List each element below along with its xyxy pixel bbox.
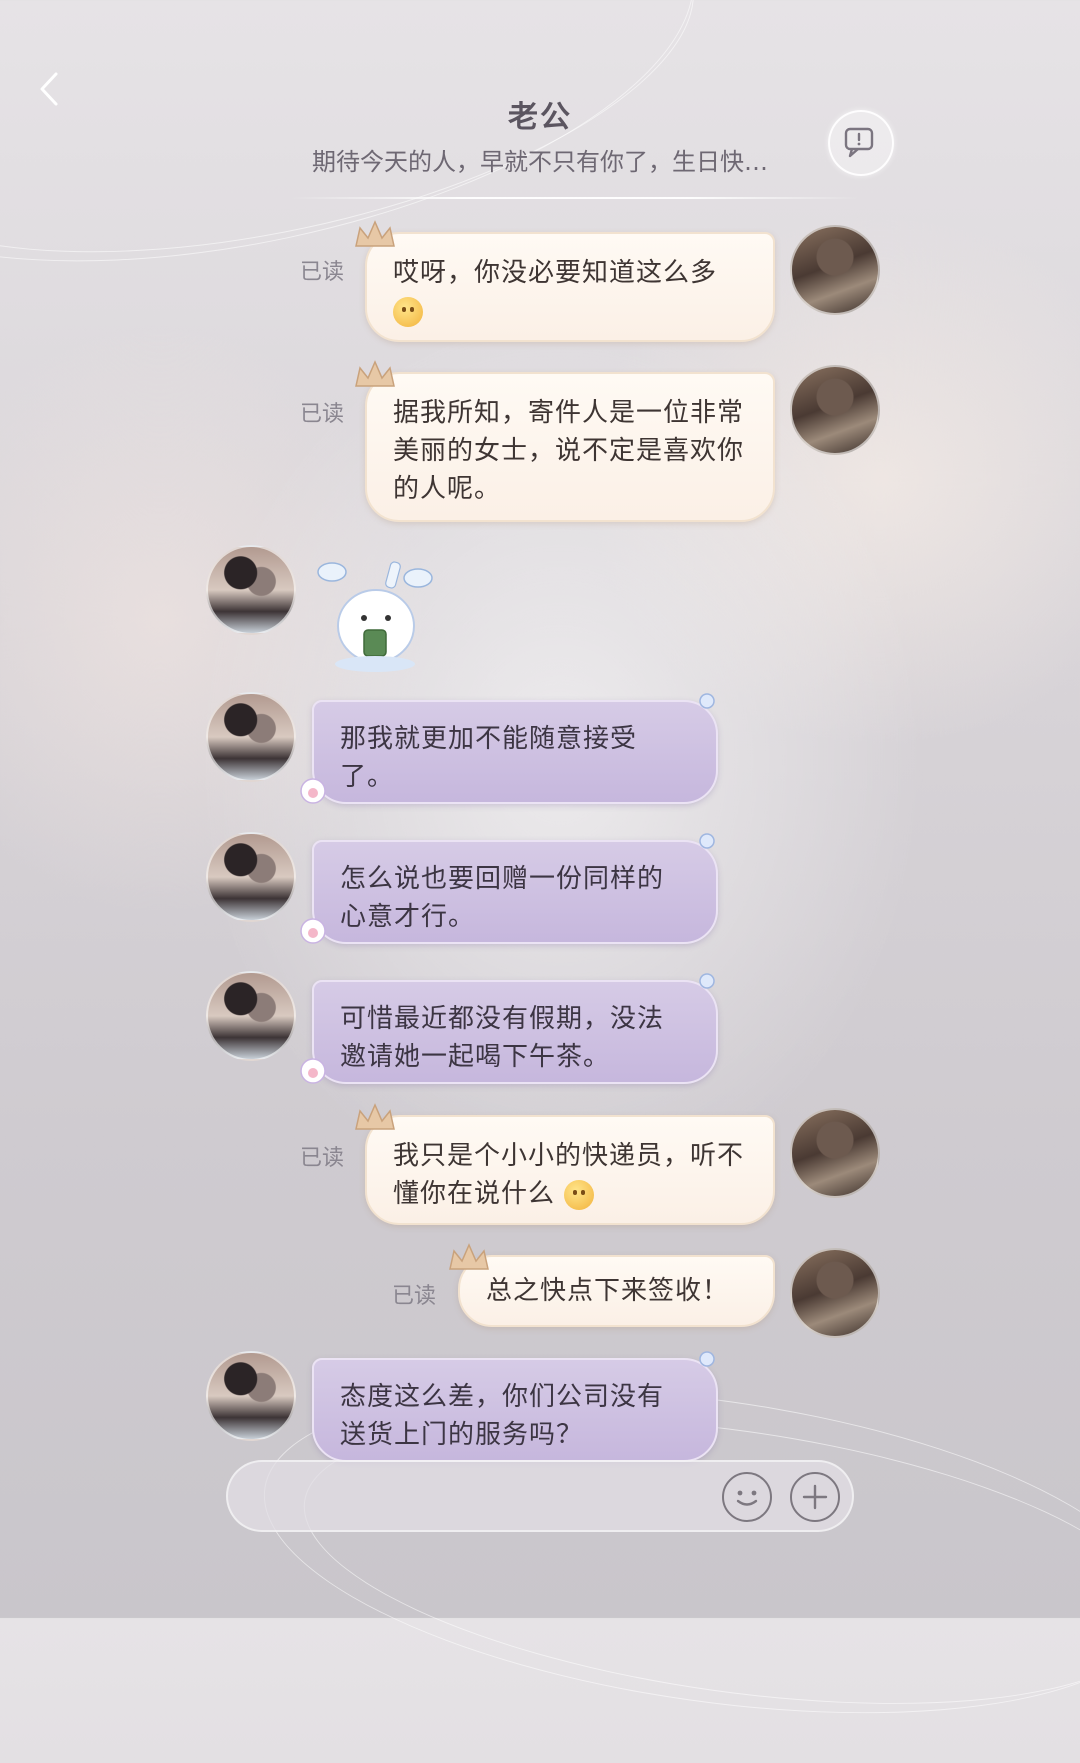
- outgoing-message-bubble[interactable]: 我只是个小小的快递员，听不懂你在说什么: [365, 1115, 775, 1225]
- cat-badge-icon: [300, 1058, 326, 1084]
- outgoing-message-bubble[interactable]: 哎呀，你没必要知道这么多: [365, 232, 775, 342]
- sparkle-icon: [699, 693, 715, 709]
- courier-avatar[interactable]: [790, 365, 880, 455]
- outgoing-message-bubble[interactable]: 据我所知，寄件人是一位非常美丽的女士，说不定是喜欢你的人呢。: [365, 372, 775, 522]
- sparkle-icon: [699, 833, 715, 849]
- message-input-bar: [226, 1460, 854, 1532]
- couple-avatar[interactable]: [206, 832, 296, 922]
- couple-avatar[interactable]: [206, 971, 296, 1061]
- incoming-message-bubble[interactable]: 态度这么差，你们公司没有送货上门的服务吗？: [312, 1358, 718, 1462]
- crown-icon: [355, 360, 395, 387]
- couple-avatar[interactable]: [206, 545, 296, 635]
- message-text: 哎呀，你没必要知道这么多: [393, 258, 718, 288]
- message-text: 可惜最近都没有假期，没法邀请她一起喝下午茶。: [340, 1004, 665, 1072]
- sparkle-icon: [699, 1351, 715, 1367]
- read-receipt: 已读: [300, 402, 345, 427]
- message-text: 怎么说也要回赠一份同样的心意才行。: [340, 864, 665, 932]
- outgoing-message-bubble[interactable]: 总之快点下来签收！: [458, 1255, 775, 1327]
- cat-badge-icon: [300, 918, 326, 944]
- message-text: 总之快点下来签收！: [486, 1276, 730, 1306]
- contact-signature: 期待今天的人，早就不只有你了，生日快…: [312, 148, 768, 176]
- smiley-icon: [736, 1490, 758, 1506]
- courier-avatar[interactable]: [790, 1248, 880, 1338]
- couple-avatar[interactable]: [206, 1351, 296, 1441]
- read-receipt: 已读: [300, 260, 345, 285]
- smile-emoji-icon: [564, 1179, 595, 1210]
- crown-icon: [355, 220, 395, 247]
- incoming-message-bubble[interactable]: 怎么说也要回赠一份同样的心意才行。: [312, 840, 718, 944]
- cat-badge-icon: [300, 778, 326, 804]
- message-text: 那我就更加不能随意接受了。: [340, 724, 638, 792]
- incoming-message-bubble[interactable]: 可惜最近都没有假期，没法邀请她一起喝下午茶。: [312, 980, 718, 1084]
- chat-header: 老公 期待今天的人，早就不只有你了，生日快…: [0, 0, 1080, 200]
- crown-icon: [449, 1243, 489, 1270]
- add-button[interactable]: [790, 1472, 840, 1522]
- sparkle-icon: [699, 973, 715, 989]
- chat-bubble-button[interactable]: [828, 110, 894, 176]
- chat-bubble-icon: [844, 127, 874, 158]
- read-receipt: 已读: [300, 1146, 345, 1171]
- incoming-message-bubble[interactable]: 那我就更加不能随意接受了。: [312, 700, 718, 804]
- crown-icon: [355, 1103, 395, 1130]
- plus-icon: [802, 1484, 828, 1510]
- bunny-drinking-tea-sticker[interactable]: [316, 556, 436, 676]
- contact-name: 老公: [508, 100, 572, 135]
- read-receipt: 已读: [392, 1284, 437, 1309]
- message-input[interactable]: [258, 1476, 702, 1518]
- message-text: 态度这么差，你们公司没有送货上门的服务吗？: [340, 1382, 665, 1450]
- smirk-emoji-icon: [393, 296, 423, 327]
- emoji-button[interactable]: [722, 1472, 772, 1522]
- couple-avatar[interactable]: [206, 692, 296, 782]
- courier-avatar[interactable]: [790, 1108, 880, 1198]
- header-divider: [290, 197, 860, 199]
- message-text: 据我所知，寄件人是一位非常美丽的女士，说不定是喜欢你的人呢。: [393, 398, 745, 504]
- courier-avatar[interactable]: [790, 225, 880, 315]
